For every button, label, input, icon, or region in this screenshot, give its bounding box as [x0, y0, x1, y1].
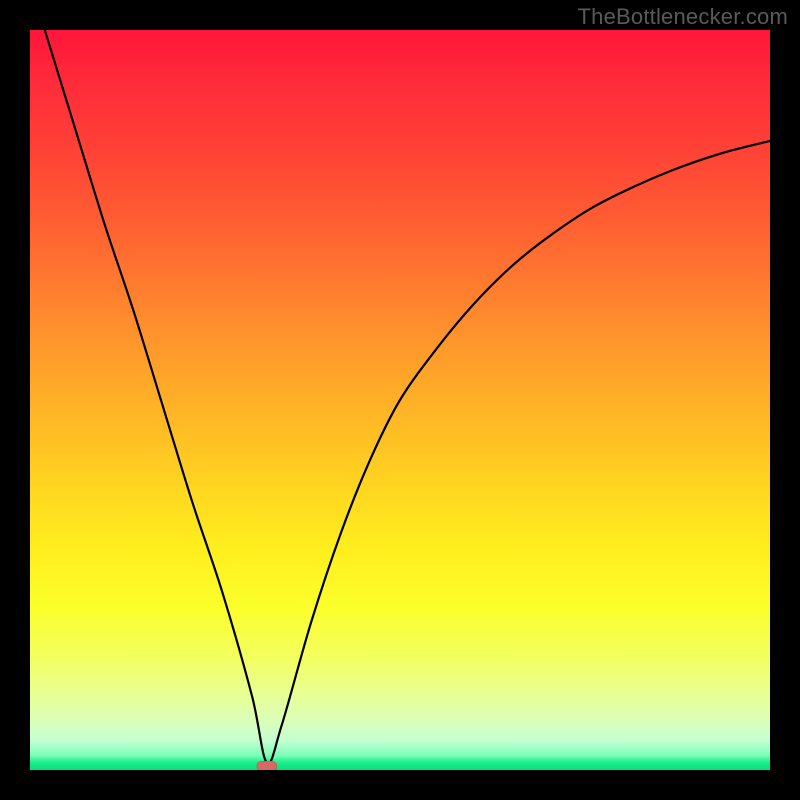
heatmap-background [30, 30, 770, 770]
plot-area [30, 30, 770, 770]
chart-container: TheBottlenecker.com [0, 0, 800, 800]
watermark-text: TheBottlenecker.com [578, 4, 788, 30]
